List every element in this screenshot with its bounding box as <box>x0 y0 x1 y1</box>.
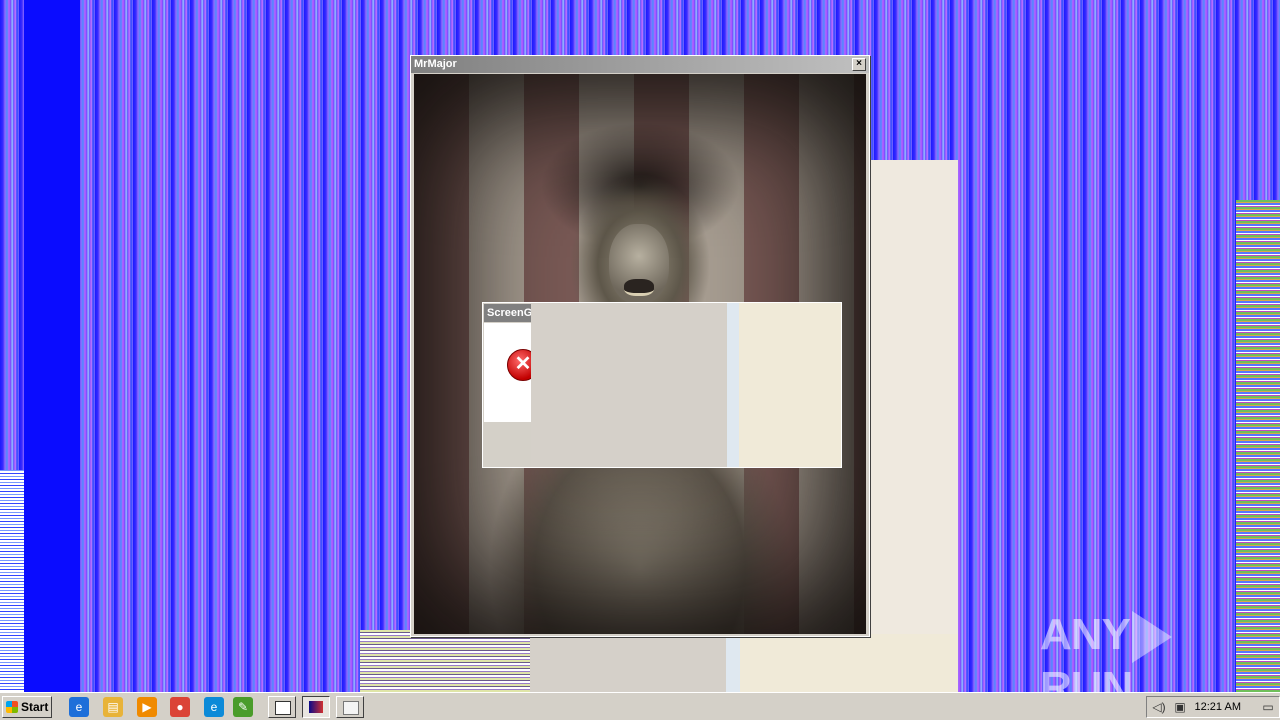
media-player-icon[interactable]: ▶ <box>137 697 157 717</box>
clock[interactable]: 12:21 AM <box>1195 701 1241 713</box>
overpaint-fragment <box>531 303 726 467</box>
watermark-text: ANY <box>1040 610 1131 659</box>
taskbar-mrmajor-button[interactable] <box>302 696 330 718</box>
anyrun-watermark: ANYRUN <box>1040 610 1240 712</box>
doll-mouth <box>624 279 654 296</box>
internet-explorer-icon[interactable]: e <box>69 697 89 717</box>
taskbar-dialog-button[interactable] <box>336 696 364 718</box>
taskbar-window-button[interactable] <box>268 696 296 718</box>
show-desktop-icon[interactable]: ▭ <box>1261 700 1275 714</box>
start-button[interactable]: Start <box>2 696 52 718</box>
stale-window-fragment <box>530 634 726 692</box>
close-button[interactable]: × <box>852 58 866 71</box>
error-dialog[interactable]: ScreenG ✕ <box>482 302 842 468</box>
window-titlebar[interactable]: MrMajor × <box>411 56 869 73</box>
play-icon <box>1131 611 1172 664</box>
dialog-titlebar[interactable]: ScreenG <box>484 304 533 322</box>
text-editor-icon[interactable]: ✎ <box>233 697 253 717</box>
app-icon <box>309 701 323 713</box>
glitch-noise-left <box>0 470 24 692</box>
glitch-band <box>24 0 80 692</box>
window-title: MrMajor <box>414 58 457 70</box>
file-explorer-icon[interactable]: ▤ <box>103 697 123 717</box>
system-tray: ◁) ▣ 12:21 AM ▭ <box>1146 696 1280 718</box>
glitch-noise-bottom <box>360 630 530 692</box>
edge-icon[interactable]: e <box>204 697 224 717</box>
windows-logo-icon <box>6 701 18 713</box>
overpaint-fragment <box>727 303 739 467</box>
chrome-icon[interactable]: ● <box>170 697 190 717</box>
start-label: Start <box>21 700 49 714</box>
speaker-icon[interactable]: ◁) <box>1152 700 1166 714</box>
dialog-icon <box>343 701 359 715</box>
stale-window-fragment <box>868 160 958 692</box>
window-icon <box>275 701 291 715</box>
glitch-noise-right <box>1236 200 1280 692</box>
taskbar: Start e ▤ ▶ ● e ✎ ◁) ▣ 12:21 AM ▭ <box>0 692 1280 720</box>
overpaint-fragment <box>739 303 841 467</box>
network-icon[interactable]: ▣ <box>1173 700 1187 714</box>
